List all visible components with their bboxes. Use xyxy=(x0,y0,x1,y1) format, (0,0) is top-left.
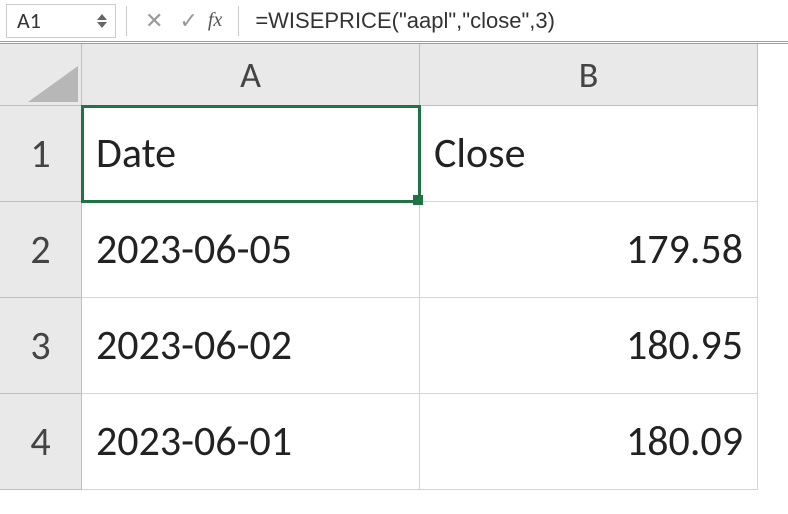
name-box-value: A1 xyxy=(17,7,41,34)
row-header-1[interactable]: 1 xyxy=(0,106,82,202)
cell-a3[interactable]: 2023-06-02 xyxy=(82,298,420,394)
column-header-b[interactable]: B xyxy=(420,44,758,106)
row-header-2[interactable]: 2 xyxy=(0,202,82,298)
chevron-down-icon[interactable] xyxy=(97,22,107,28)
cell-b4-value: 180.09 xyxy=(626,416,743,467)
divider xyxy=(126,6,127,36)
chevron-up-icon[interactable] xyxy=(97,14,107,20)
column-headers-row: A B xyxy=(0,44,788,106)
cell-b1[interactable]: Close xyxy=(420,106,758,202)
cell-b2[interactable]: 179.58 xyxy=(420,202,758,298)
row-header-4[interactable]: 4 xyxy=(0,394,82,490)
cell-b1-value: Close xyxy=(434,128,526,179)
row-header-3[interactable]: 3 xyxy=(0,298,82,394)
select-all-corner[interactable] xyxy=(0,44,82,106)
row-2: 2 2023-06-05 179.58 xyxy=(0,202,788,298)
fill-handle[interactable] xyxy=(413,195,423,205)
formula-input[interactable] xyxy=(249,4,782,38)
cancel-icon[interactable]: ✕ xyxy=(145,7,163,34)
cell-b4[interactable]: 180.09 xyxy=(420,394,758,490)
cell-a2[interactable]: 2023-06-05 xyxy=(82,202,420,298)
cell-a3-value: 2023-06-02 xyxy=(96,320,292,371)
row-3: 3 2023-06-02 180.95 xyxy=(0,298,788,394)
accept-icon[interactable]: ✓ xyxy=(179,7,197,34)
spreadsheet-grid: A B 1 Date Close 2 2023-06-05 179.58 3 2… xyxy=(0,44,788,490)
row-1: 1 Date Close xyxy=(0,106,788,202)
divider xyxy=(238,6,239,36)
formula-bar: A1 ✕ ✓ fx xyxy=(0,0,788,44)
cell-a1-value: Date xyxy=(96,128,176,179)
name-box[interactable]: A1 xyxy=(6,4,116,38)
select-all-triangle-icon xyxy=(28,66,78,102)
fx-label[interactable]: fx xyxy=(208,9,222,32)
cell-b2-value: 179.58 xyxy=(626,224,743,275)
row-4: 4 2023-06-01 180.09 xyxy=(0,394,788,490)
cell-a4[interactable]: 2023-06-01 xyxy=(82,394,420,490)
cell-b3[interactable]: 180.95 xyxy=(420,298,758,394)
cell-a2-value: 2023-06-05 xyxy=(96,224,292,275)
column-header-a[interactable]: A xyxy=(82,44,420,106)
cell-b3-value: 180.95 xyxy=(626,320,743,371)
name-box-spinner[interactable] xyxy=(97,14,107,28)
cell-a1[interactable]: Date xyxy=(82,106,420,202)
cell-a4-value: 2023-06-01 xyxy=(96,416,292,467)
